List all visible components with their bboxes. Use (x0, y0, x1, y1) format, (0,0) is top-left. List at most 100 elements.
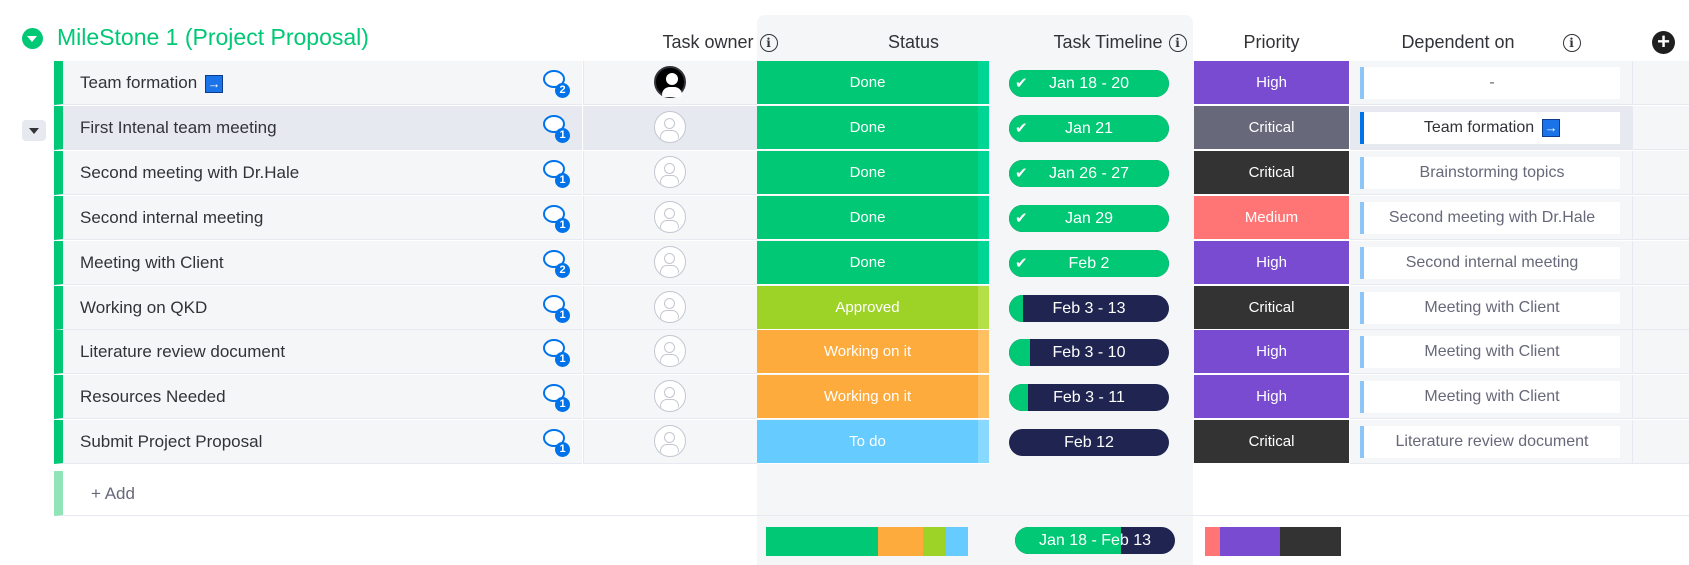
timeline-cell[interactable]: Feb 3 - 13 (989, 285, 1216, 330)
priority-cell[interactable]: Medium (1194, 195, 1349, 240)
table-row[interactable]: Meeting with Client 2 Done ✔ Feb 2 High Second… (54, 240, 1689, 285)
comment-bubble-icon[interactable]: 1 (543, 384, 570, 413)
column-header-dependent[interactable]: Dependent on i (1350, 28, 1632, 56)
task-name[interactable]: Submit Project Proposal (80, 420, 262, 464)
timeline-bar[interactable]: ✔ Jan 18 - 20 (1009, 70, 1169, 97)
table-row[interactable]: Submit Project Proposal 1 To do Feb 12 Criti… (54, 420, 1689, 465)
owner-cell[interactable] (583, 195, 757, 240)
timeline-bar[interactable]: Feb 3 - 10 (1009, 339, 1169, 367)
dependent-chip[interactable]: Brainstorming topics (1360, 156, 1620, 189)
comment-bubble-icon[interactable]: 1 (543, 159, 570, 188)
avatar[interactable] (654, 66, 686, 98)
comment-bubble-icon[interactable]: 1 (543, 429, 570, 458)
priority-cell[interactable]: High (1194, 330, 1349, 375)
info-icon[interactable]: i (1562, 34, 1581, 53)
summary-segment[interactable] (766, 527, 879, 556)
task-name-cell[interactable]: Submit Project Proposal 1 (54, 420, 582, 465)
dependent-cell[interactable]: Brainstorming topics (1350, 150, 1632, 195)
comment-bubble-icon[interactable]: 2 (543, 70, 570, 98)
task-name[interactable]: Second internal meeting (80, 196, 263, 240)
comment-bubble-icon[interactable]: 2 (543, 249, 570, 278)
timeline-bar[interactable]: ✔ Jan 29 (1009, 204, 1169, 232)
dependent-chip[interactable]: Second meeting with Dr.Hale (1360, 201, 1620, 234)
priority-cell[interactable]: High (1194, 61, 1349, 105)
timeline-cell[interactable]: Feb 3 - 10 (989, 330, 1216, 375)
priority-summary-bar[interactable] (1205, 527, 1341, 556)
info-icon[interactable]: i (1168, 34, 1187, 53)
priority-cell[interactable]: High (1194, 240, 1349, 285)
dependent-chip[interactable]: Second internal meeting (1360, 246, 1620, 279)
group-collapse-icon[interactable] (22, 28, 43, 49)
status-cell[interactable]: Done (757, 150, 989, 195)
task-name[interactable]: Meeting with Client (80, 241, 224, 285)
task-name-cell[interactable]: Second meeting with Dr.Hale 1 (54, 150, 582, 195)
priority-cell[interactable]: High (1194, 375, 1349, 420)
column-header-priority[interactable]: Priority (1194, 28, 1349, 56)
task-name-cell[interactable]: Working on QKD 1 (54, 285, 582, 330)
table-row[interactable]: Second internal meeting 1 Done ✔ Jan 29 Mediu… (54, 195, 1689, 240)
status-cell[interactable]: Done (757, 105, 989, 150)
link-arrow-icon[interactable]: → (1542, 118, 1561, 137)
dependent-cell[interactable]: Team formation → (1350, 105, 1632, 150)
avatar[interactable] (654, 110, 686, 143)
summary-segment[interactable] (1205, 527, 1221, 556)
table-row[interactable]: Resources Needed 1 Working on it Feb 3 - 11… (54, 375, 1689, 420)
add-item-row[interactable]: + Add (54, 471, 1689, 516)
comment-bubble-icon[interactable]: 1 (543, 294, 570, 323)
status-summary-bar[interactable] (766, 527, 984, 556)
task-name[interactable]: Second meeting with Dr.Hale (80, 151, 299, 195)
row-expand-icon[interactable] (22, 120, 46, 141)
column-header-timeline[interactable]: Task Timeline i (1035, 28, 1205, 56)
timeline-cell[interactable]: ✔ Feb 2 (989, 240, 1216, 285)
dependent-chip[interactable]: Meeting with Client (1360, 336, 1620, 369)
task-name-cell[interactable]: Second internal meeting 1 (54, 195, 582, 240)
avatar[interactable] (654, 290, 686, 323)
owner-cell[interactable] (583, 150, 757, 195)
priority-cell[interactable]: Critical (1194, 105, 1349, 150)
timeline-cell[interactable]: ✔ Jan 18 - 20 (989, 61, 1216, 105)
dependent-cell[interactable]: Meeting with Client (1350, 375, 1632, 420)
link-arrow-icon[interactable]: → (205, 74, 224, 93)
owner-cell[interactable] (583, 375, 757, 420)
timeline-bar[interactable]: ✔ Jan 26 - 27 (1009, 159, 1169, 187)
avatar[interactable] (654, 425, 686, 458)
comment-bubble-icon[interactable]: 1 (543, 339, 570, 368)
avatar[interactable] (654, 155, 686, 188)
table-row[interactable]: Team formation → 2 Done ✔ Jan 18 - 20 High - (54, 61, 1689, 105)
dependent-cell[interactable]: Meeting with Client (1350, 330, 1632, 375)
task-name[interactable]: Resources Needed (80, 375, 226, 419)
table-row[interactable]: First Intenal team meeting 1 Done ✔ Jan 21 Cr… (54, 105, 1689, 150)
status-cell[interactable]: Done (757, 61, 989, 105)
timeline-summary[interactable]: Jan 18 - Feb 13 (1015, 527, 1175, 554)
summary-segment[interactable] (945, 527, 968, 556)
avatar[interactable] (654, 380, 686, 413)
owner-cell[interactable] (583, 240, 757, 285)
status-cell[interactable]: Approved (757, 285, 989, 330)
dependent-chip[interactable]: Literature review document (1360, 426, 1620, 459)
priority-cell[interactable]: Critical (1194, 150, 1349, 195)
dependent-cell[interactable]: Meeting with Client (1350, 285, 1632, 330)
task-name-cell[interactable]: Meeting with Client 2 (54, 240, 582, 285)
timeline-bar[interactable]: Feb 12 (1009, 429, 1169, 457)
group-title[interactable]: MileStone 1 (Project Proposal) (57, 24, 369, 51)
status-cell[interactable]: Working on it (757, 375, 989, 420)
owner-cell[interactable] (583, 61, 757, 105)
dependent-chip[interactable]: Meeting with Client (1360, 381, 1620, 414)
dependent-cell[interactable]: Literature review document (1350, 420, 1632, 465)
dependent-cell[interactable]: Second internal meeting (1350, 240, 1632, 285)
comment-bubble-icon[interactable]: 1 (543, 204, 570, 233)
timeline-cell[interactable]: Feb 12 (989, 420, 1216, 465)
timeline-cell[interactable]: ✔ Jan 26 - 27 (989, 150, 1216, 195)
status-cell[interactable]: Working on it (757, 330, 989, 375)
table-row[interactable]: Working on QKD 1 Approved Feb 3 - 13 Critica… (54, 285, 1689, 330)
task-name[interactable]: First Intenal team meeting (80, 106, 277, 150)
status-cell[interactable]: To do (757, 420, 989, 465)
dependent-chip[interactable]: - (1360, 67, 1620, 99)
task-name-cell[interactable]: First Intenal team meeting 1 (54, 105, 582, 150)
timeline-bar[interactable]: ✔ Feb 2 (1009, 249, 1169, 277)
timeline-cell[interactable]: Feb 3 - 11 (989, 375, 1216, 420)
task-name[interactable]: Team formation → (80, 61, 224, 105)
summary-segment[interactable] (1280, 527, 1341, 556)
task-name[interactable]: Working on QKD (80, 286, 207, 330)
timeline-bar[interactable]: ✔ Jan 21 (1009, 114, 1169, 142)
